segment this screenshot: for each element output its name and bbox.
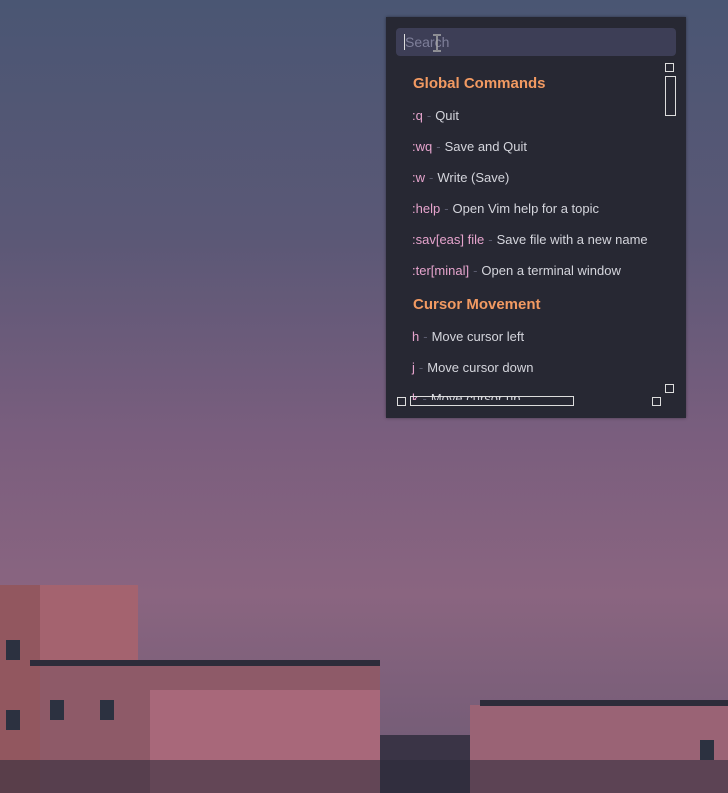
window <box>6 710 20 730</box>
command-row[interactable]: :sav[eas] file - Save file with a new name <box>412 232 648 247</box>
separator: - <box>436 139 441 154</box>
command-description: Open a terminal window <box>481 263 621 278</box>
rooftop-railing <box>480 700 728 706</box>
ground-shadow <box>0 760 728 793</box>
window <box>700 740 714 760</box>
separator: - <box>444 201 449 216</box>
command-row[interactable]: :q - Quit <box>412 108 459 123</box>
command-row[interactable]: :help - Open Vim help for a topic <box>412 201 599 216</box>
command-description: Move cursor left <box>431 329 525 344</box>
separator: - <box>488 232 493 247</box>
vertical-scrollbar-thumb[interactable] <box>665 76 676 116</box>
command-key: :q <box>412 108 423 123</box>
rooftop-railing <box>30 660 380 666</box>
command-description: Save and Quit <box>444 139 527 154</box>
command-key: j <box>412 360 415 375</box>
command-key: :sav[eas] file <box>412 232 485 247</box>
text-cursor-icon <box>433 34 441 52</box>
separator: - <box>473 263 478 278</box>
horizontal-scroll-right-button[interactable] <box>652 397 661 406</box>
separator: - <box>429 170 434 185</box>
command-description: Write (Save) <box>437 170 510 185</box>
window <box>50 700 64 720</box>
command-key: h <box>412 329 420 344</box>
horizontal-scrollbar-thumb[interactable] <box>410 396 574 406</box>
command-description: Move cursor down <box>427 360 534 375</box>
command-key: :wq <box>412 139 433 154</box>
separator: - <box>418 360 424 375</box>
command-list[interactable]: Global Commands:q - Quit:wq - Save and Quit:… <box>386 67 666 400</box>
command-row[interactable]: :w - Write (Save) <box>412 170 509 185</box>
window <box>6 640 20 660</box>
command-description: Save file with a new name <box>496 232 648 247</box>
command-key: :w <box>412 170 425 185</box>
vertical-scroll-down-button[interactable] <box>665 384 674 393</box>
separator: - <box>426 108 432 123</box>
command-row[interactable]: h - Move cursor left <box>412 329 524 344</box>
command-row[interactable]: j - Move cursor down <box>412 360 533 375</box>
command-row[interactable]: :wq - Save and Quit <box>412 139 527 154</box>
horizontal-scroll-left-button[interactable] <box>397 397 406 406</box>
command-key: :help <box>412 201 441 216</box>
command-key: :ter[minal] <box>412 263 470 278</box>
vertical-scroll-up-button[interactable] <box>665 63 674 72</box>
section-heading: Global Commands <box>413 75 546 92</box>
separator: - <box>423 329 428 344</box>
window <box>100 700 114 720</box>
command-row[interactable]: :ter[minal] - Open a terminal window <box>412 263 621 278</box>
command-description: Open Vim help for a topic <box>452 201 599 216</box>
section-heading: Cursor Movement <box>413 296 541 313</box>
command-description: Quit <box>435 108 460 123</box>
cheatsheet-panel: Search Global Commands:q - Quit:wq - Save an… <box>386 17 686 418</box>
